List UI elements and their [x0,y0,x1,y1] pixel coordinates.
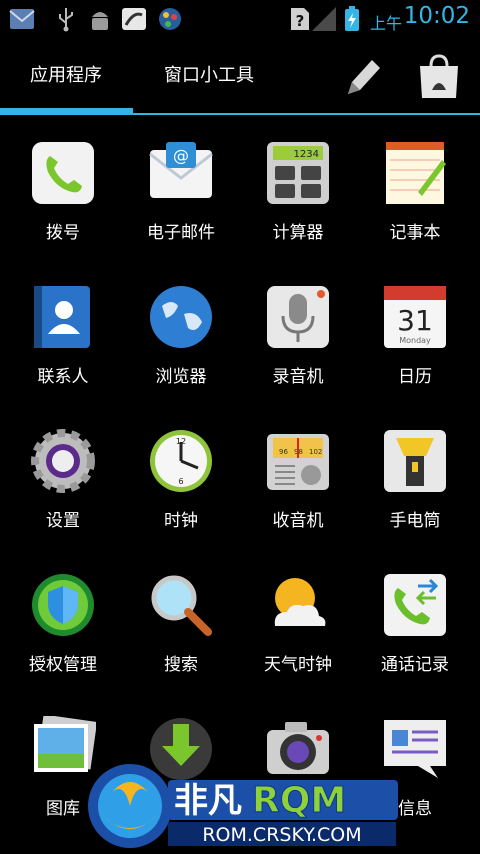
email-notification-icon [9,9,35,29]
notepad-icon [386,142,446,204]
app-notepad[interactable]: 记事本 [360,130,470,260]
calendar-day: 31 [397,304,433,337]
calculator-icon: 1234 [267,142,329,204]
radio-dial-102: 102 [309,448,322,456]
app-weather-clock[interactable]: 天气时钟 [243,562,353,692]
app-label: 时钟 [164,511,198,531]
app-contacts[interactable]: 联系人 [8,274,118,404]
call-log-icon [384,574,446,636]
app-label: 拨号 [46,223,80,243]
app-label: 授权管理 [29,655,97,675]
app-flashlight[interactable]: 手电筒 [360,418,470,548]
calendar-weekday: Monday [399,336,431,345]
palette-icon [159,8,181,30]
app-label: 计算器 [272,223,324,243]
microphone-icon [267,286,329,348]
status-clock: 10:02 [403,3,470,29]
usb-icon [59,8,73,32]
tab-divider [0,113,480,115]
calendar-icon: 31 Monday [384,286,446,348]
svg-text:?: ? [296,12,305,30]
watermark-title-en: RQM [252,780,346,821]
app-radio[interactable]: 96 98 102 收音机 [243,418,353,548]
android-debug-icon [92,12,108,30]
app-label: 记事本 [389,223,441,243]
search-magnifier-icon [151,575,212,636]
browser-globe-icon [150,286,212,348]
app-label: 手电筒 [389,511,441,531]
settings-gear-icon [31,429,95,493]
app-calculator[interactable]: 1234 计算器 [243,130,353,260]
signal-icon [312,7,336,31]
shield-icon [32,574,94,636]
pencil-icon[interactable] [340,54,386,100]
svg-text:6: 6 [178,477,183,486]
app-browser[interactable]: 浏览器 [126,274,236,404]
contacts-icon [34,286,90,348]
app-search[interactable]: 搜索 [126,562,236,692]
status-bar: ? 上午 10:02 [0,0,480,38]
watermark-url: ROM.CRSKY.COM [202,824,361,846]
app-recorder[interactable]: 录音机 [243,274,353,404]
app-label: 搜索 [164,655,198,675]
calculator-display: 1234 [294,149,319,160]
download-notification-icon [122,8,146,30]
tab-widgets[interactable]: 窗口小工具 [164,38,254,114]
tab-apps[interactable]: 应用程序 [30,38,102,114]
app-email[interactable]: @ 电子邮件 [126,130,236,260]
launcher-tab-bar: 应用程序 窗口小工具 [0,38,480,116]
clock-icon: 12 6 [150,430,212,492]
app-settings[interactable]: 设置 [8,418,118,548]
app-label: 浏览器 [155,367,207,387]
radio-icon: 96 98 102 [267,434,329,490]
email-app-icon: @ [149,142,213,198]
app-dialer[interactable]: 拨号 [8,130,118,260]
phone-icon [32,142,94,204]
app-call-log[interactable]: 通话记录 [360,562,470,692]
app-label: 天气时钟 [264,655,332,675]
weather-icon [274,578,326,626]
svg-text:12: 12 [176,437,186,446]
radio-dial-96: 96 [279,448,288,456]
app-label: 录音机 [272,367,324,387]
app-label: 日历 [398,367,432,387]
svg-text:@: @ [173,146,189,165]
app-label: 收音机 [272,511,324,531]
watermark-logo: 非凡 RQM ROM.CRSKY.COM [88,764,398,848]
status-ampm: 上午 [370,14,403,33]
app-clock[interactable]: 12 6 时钟 [126,418,236,548]
app-label: 电子邮件 [147,223,215,243]
app-label: 联系人 [37,367,89,387]
app-label: 设置 [46,511,80,531]
app-permission-manager[interactable]: 授权管理 [8,562,118,692]
watermark-title-cn: 非凡 [174,781,242,821]
market-bag-icon[interactable] [414,52,464,102]
app-label: 通话记录 [381,655,449,675]
battery-charging-icon [345,6,359,31]
app-calendar[interactable]: 31 Monday 日历 [360,274,470,404]
flashlight-icon [384,430,446,492]
